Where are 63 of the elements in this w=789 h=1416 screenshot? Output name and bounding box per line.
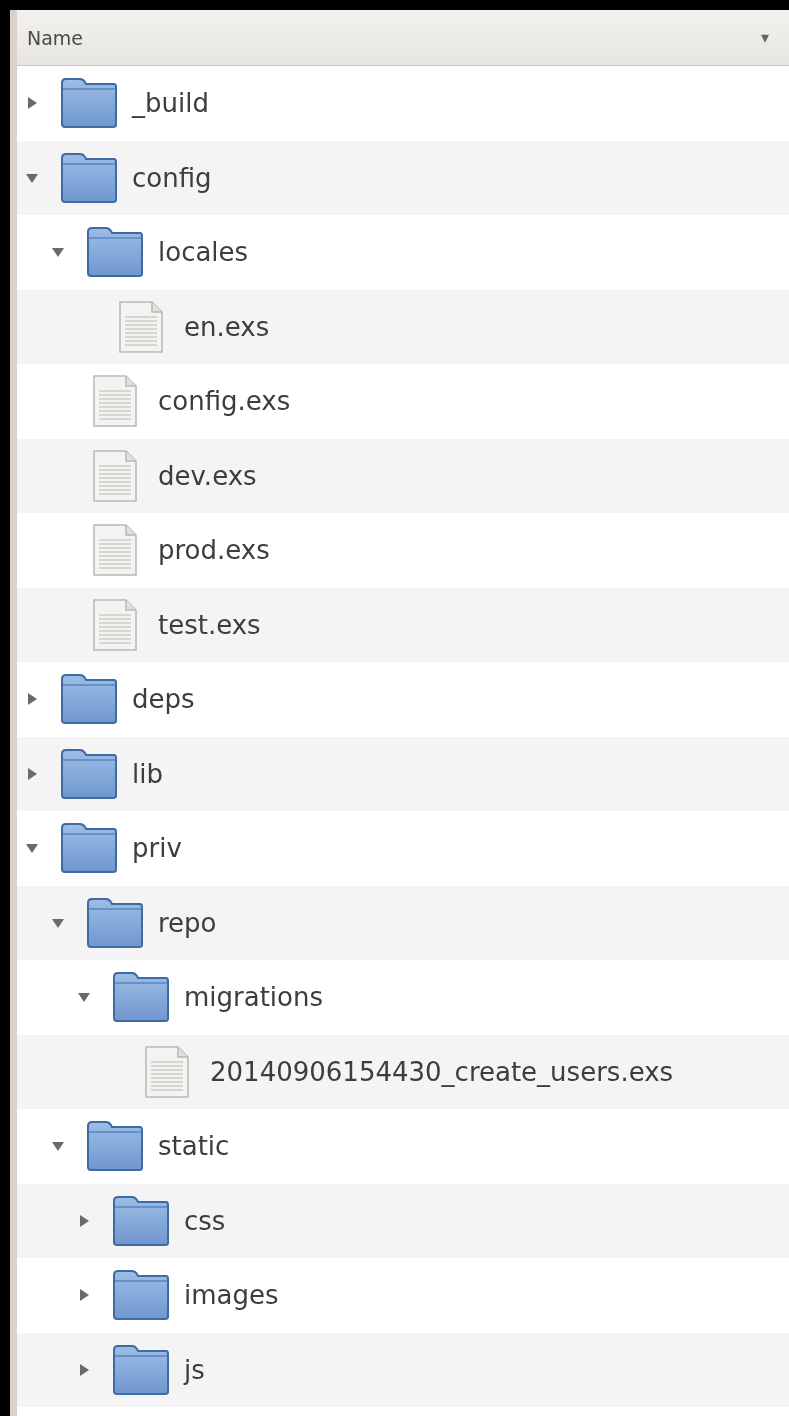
tree-row[interactable]: dev.exs	[17, 438, 789, 513]
tree-row[interactable]: en.exs	[17, 289, 789, 364]
folder-icon	[60, 822, 118, 875]
file-name: css	[184, 1205, 226, 1236]
folder-icon	[112, 971, 170, 1024]
tree-row[interactable]: css	[17, 1183, 789, 1258]
tree-row[interactable]: _build	[17, 66, 789, 141]
expand-triangle-icon[interactable]	[26, 97, 38, 110]
file-name: migrations	[184, 982, 324, 1013]
tree-row[interactable]: prod.exs	[17, 513, 789, 588]
file-name: prod.exs	[158, 535, 270, 566]
expand-triangle-icon[interactable]	[26, 767, 38, 780]
file-name: repo	[158, 907, 217, 938]
collapse-triangle-icon[interactable]	[52, 246, 64, 259]
file-name: deps	[132, 684, 195, 715]
file-name: 20140906154430_create_users.exs	[210, 1056, 674, 1087]
file-name: static	[158, 1131, 230, 1162]
folder-icon	[112, 1269, 170, 1322]
collapse-triangle-icon[interactable]	[52, 916, 64, 929]
folder-icon	[112, 1343, 170, 1396]
file-name: config.exs	[158, 386, 291, 417]
tree-row[interactable]: repo	[17, 885, 789, 960]
expand-triangle-icon[interactable]	[26, 693, 38, 706]
file-name: dev.exs	[158, 460, 257, 491]
expand-triangle-icon[interactable]	[78, 1214, 90, 1227]
column-header[interactable]: Name ▾	[17, 10, 789, 66]
tree-row[interactable]: images	[17, 1258, 789, 1333]
folder-icon	[86, 896, 144, 949]
tree-row[interactable]: 20140906154430_create_users.exs	[17, 1034, 789, 1109]
file-name: test.exs	[158, 609, 261, 640]
file-name: locales	[158, 237, 249, 268]
folder-icon	[60, 77, 118, 130]
tree-row[interactable]: lib	[17, 736, 789, 811]
folder-icon	[60, 151, 118, 204]
file-name: en.exs	[184, 311, 270, 342]
tree-row[interactable]: migrations	[17, 960, 789, 1035]
tree-row[interactable]: config.exs	[17, 364, 789, 439]
file-name: priv	[132, 833, 182, 864]
collapse-triangle-icon[interactable]	[78, 991, 90, 1004]
file-name: _build	[132, 88, 209, 119]
column-title: Name	[27, 26, 84, 49]
file-name: js	[184, 1354, 205, 1385]
collapse-triangle-icon[interactable]	[26, 842, 38, 855]
tree-row[interactable]: static	[17, 1109, 789, 1184]
sort-indicator[interactable]: ▾	[760, 28, 769, 47]
tree-row[interactable]: js	[17, 1332, 789, 1407]
expand-triangle-icon[interactable]	[78, 1289, 90, 1302]
tree-row[interactable]: priv	[17, 811, 789, 886]
folder-icon	[112, 1194, 170, 1247]
folder-icon	[60, 747, 118, 800]
tree-row[interactable]: test.exs	[17, 587, 789, 662]
file-name: lib	[132, 758, 163, 789]
folder-icon	[60, 673, 118, 726]
folder-icon	[86, 226, 144, 279]
tree-row[interactable]: locales	[17, 215, 789, 290]
folder-icon	[86, 1120, 144, 1173]
tree-row[interactable]: config	[17, 140, 789, 215]
expand-triangle-icon[interactable]	[78, 1363, 90, 1376]
tree-row[interactable]: deps	[17, 662, 789, 737]
collapse-triangle-icon[interactable]	[52, 1140, 64, 1153]
file-name: images	[184, 1280, 279, 1311]
collapse-triangle-icon[interactable]	[26, 171, 38, 184]
file-name: config	[132, 162, 212, 193]
